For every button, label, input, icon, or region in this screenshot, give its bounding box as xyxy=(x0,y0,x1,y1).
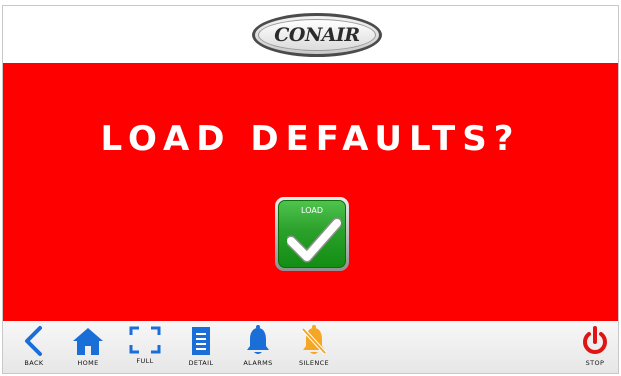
document-icon xyxy=(192,327,210,355)
bell-icon xyxy=(247,325,269,354)
back-chevron-icon xyxy=(25,326,42,356)
logo-text: CONAIR xyxy=(274,24,360,46)
dialog-title: LOAD DEFAULTS? xyxy=(100,119,521,159)
dialog-background: LOAD DEFAULTS? LOAD xyxy=(3,63,618,321)
stop-label: STOP xyxy=(585,359,605,367)
bell-slash-icon xyxy=(301,325,327,355)
home-icon xyxy=(73,328,103,355)
header: CONAIR xyxy=(3,6,618,62)
load-defaults-button[interactable]: LOAD xyxy=(275,197,349,271)
checkmark-icon xyxy=(287,217,341,263)
load-button-label: LOAD xyxy=(301,206,323,215)
back-label: BACK xyxy=(24,359,44,367)
detail-button[interactable]: DETAIL xyxy=(176,325,226,373)
alarms-label: ALARMS xyxy=(243,359,273,367)
alarms-button[interactable]: ALARMS xyxy=(233,325,283,373)
stop-button[interactable]: STOP xyxy=(570,325,618,373)
full-screen-button[interactable]: FULL xyxy=(120,325,170,373)
back-button[interactable]: BACK xyxy=(9,325,59,373)
silence-button[interactable]: SILENCE xyxy=(289,325,339,373)
home-button[interactable]: HOME xyxy=(63,325,113,373)
home-label: HOME xyxy=(77,359,99,367)
fullscreen-icon xyxy=(129,326,161,354)
bottom-nav-bar: BACK HOME FULL DETAIL ALARMS SILENCE STO… xyxy=(3,321,618,373)
app-window: CONAIR LOAD DEFAULTS? LOAD BACK HOME FUL… xyxy=(2,5,619,374)
power-icon xyxy=(583,326,607,354)
conair-logo: CONAIR xyxy=(252,13,382,57)
detail-label: DETAIL xyxy=(188,359,214,367)
full-label: FULL xyxy=(136,357,154,365)
silence-label: SILENCE xyxy=(298,359,330,367)
